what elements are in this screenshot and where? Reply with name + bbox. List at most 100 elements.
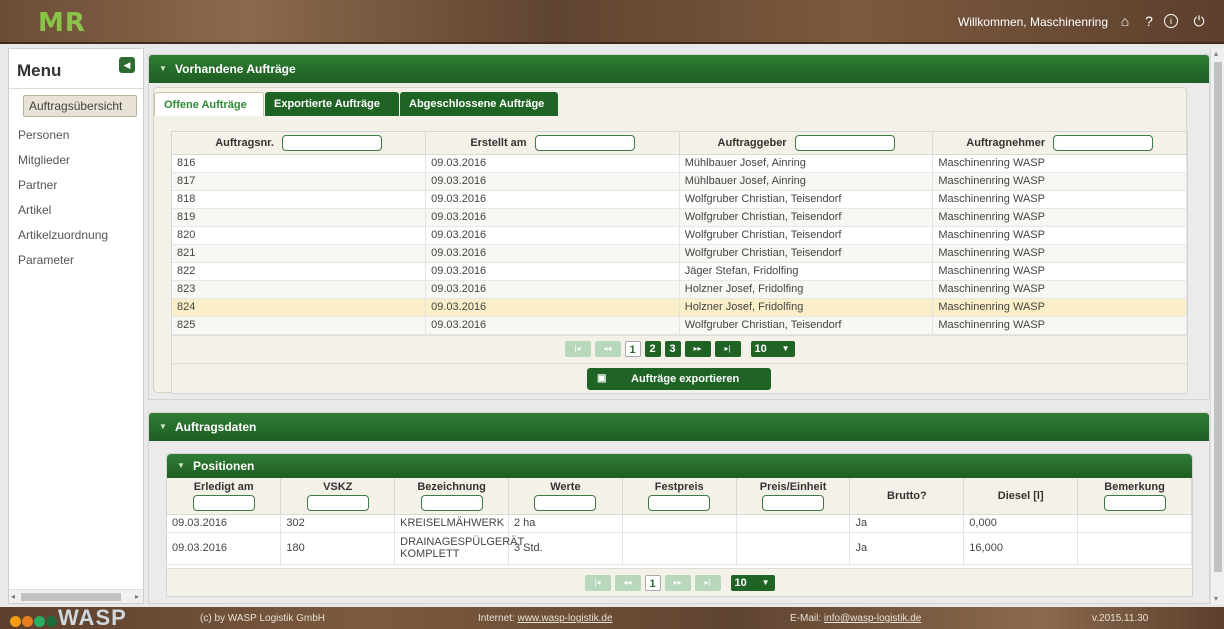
sidebar-item-personen[interactable]: Personen: [9, 123, 143, 148]
website-link[interactable]: www.wasp-logistik.de: [517, 613, 612, 624]
page-size-select[interactable]: 10 ▼: [730, 574, 775, 591]
filter-vskz-input[interactable]: [306, 495, 369, 511]
last-page-icon[interactable]: ▸|: [694, 574, 721, 591]
last-page-icon[interactable]: ▸|: [714, 341, 741, 357]
orders-tabs: Offene Aufträge Exportierte Aufträge Abg…: [153, 87, 1188, 394]
column-header-diesel[interactable]: Diesel [l]: [963, 478, 1079, 515]
filter-auftragsnr-input[interactable]: [281, 134, 382, 151]
page-size-select[interactable]: 10 ▼: [750, 341, 795, 357]
filter-erstellt-am-input[interactable]: [534, 134, 635, 151]
table-row[interactable]: 820 09.03.2016 Wolfgruber Christian, Teise…: [172, 226, 1187, 245]
scroll-down-icon[interactable]: ▾: [1214, 594, 1218, 603]
column-header-bemerkung[interactable]: Bemerkung: [1077, 478, 1192, 515]
table-row[interactable]: 817 09.03.2016 Mühlbauer Josef, Ainring Mas…: [172, 172, 1187, 191]
filter-preis-einheit-input[interactable]: [762, 495, 825, 511]
column-header-vskz[interactable]: VSKZ: [280, 478, 396, 515]
filter-werte-input[interactable]: [534, 495, 597, 511]
collapse-sidebar-button[interactable]: ◀: [119, 57, 135, 73]
column-header-preis-einheit[interactable]: Preis/Einheit: [736, 478, 851, 515]
wasp-logo: WASP: [58, 605, 127, 629]
tab-offene-auftraege[interactable]: Offene Aufträge: [154, 92, 264, 116]
table-row[interactable]: 821 09.03.2016 Wolfgruber Christian, Teise…: [172, 244, 1187, 263]
email-link[interactable]: info@wasp-logistik.de: [824, 613, 921, 624]
page-3-button[interactable]: 3: [664, 341, 681, 357]
sidebar-item-parameter[interactable]: Parameter: [9, 248, 143, 273]
positions-title: Positionen: [193, 459, 255, 473]
positions-pager: |◂ ◂◂ 1 ▸▸ ▸| 10 ▼: [167, 568, 1192, 596]
column-header-auftragsnr[interactable]: Auftragsnr.: [172, 132, 427, 155]
collapse-triangle-icon: ▼: [159, 64, 167, 73]
collapse-triangle-icon: ▼: [159, 422, 167, 431]
page-1-button[interactable]: 1: [624, 341, 641, 357]
email-info: E-Mail: info@wasp-logistik.de: [790, 613, 922, 624]
export-orders-button[interactable]: ▣ Aufträge exportieren: [587, 367, 771, 390]
prev-page-icon[interactable]: ◂◂: [594, 341, 621, 357]
table-row[interactable]: 09.03.2016 180 DRAINAGESPÜLGERÄT KOMPLETT 3…: [167, 532, 1192, 565]
table-row[interactable]: 818 09.03.2016 Wolfgruber Christian, Teise…: [172, 190, 1187, 209]
first-page-icon[interactable]: |◂: [584, 574, 611, 591]
filter-festpreis-input[interactable]: [648, 495, 711, 511]
tab-exportierte-auftraege[interactable]: Exportierte Aufträge: [265, 92, 399, 116]
order-details-header[interactable]: ▼ Auftragsdaten: [149, 413, 1209, 441]
home-icon[interactable]: ⌂: [1116, 12, 1134, 30]
column-header-auftragnehmer[interactable]: Auftragnehmer: [932, 132, 1187, 155]
table-row-selected[interactable]: 824 09.03.2016 Holzner Josef, Fridolfing Ma…: [172, 298, 1187, 317]
chevron-down-icon: ▼: [781, 344, 790, 353]
column-header-auftraggeber[interactable]: Auftraggeber: [679, 132, 934, 155]
column-header-erstellt-am[interactable]: Erstellt am: [425, 132, 680, 155]
internet-info: Internet: www.wasp-logistik.de: [478, 613, 613, 624]
filter-erledigt-am-input[interactable]: [192, 495, 255, 511]
copyright-text: (c) by WASP Logistik GmbH: [200, 613, 326, 624]
table-row[interactable]: 822 09.03.2016 Jäger Stefan, Fridolfing Mas…: [172, 262, 1187, 281]
sidebar-item-auftragsuebersicht[interactable]: Auftragsübersicht: [23, 95, 137, 117]
filter-bemerkung-input[interactable]: [1103, 495, 1166, 511]
scroll-up-icon[interactable]: ▴: [1214, 49, 1218, 58]
orders-pager: |◂ ◂◂ 1 2 3 ▸▸ ▸| 10 ▼: [172, 334, 1187, 363]
info-icon[interactable]: i: [1164, 14, 1178, 28]
welcome-text: Willkommen, Maschinenring: [957, 15, 1108, 29]
table-row[interactable]: 823 09.03.2016 Holzner Josef, Fridolfing Ma…: [172, 280, 1187, 299]
help-icon[interactable]: ?: [1140, 12, 1158, 30]
page-2-button[interactable]: 2: [644, 341, 661, 357]
filter-auftraggeber-input[interactable]: [794, 134, 895, 151]
sidebar-item-partner[interactable]: Partner: [9, 173, 143, 198]
logout-icon[interactable]: ⏻: [1190, 12, 1208, 30]
positions-table: Erledigt am VSKZ Bezeichnung Werte Festp…: [167, 478, 1192, 565]
save-icon: ▣: [597, 372, 607, 384]
scrollbar-thumb[interactable]: [1214, 62, 1222, 572]
version-text: v.2015.11.30: [1092, 613, 1149, 624]
filter-auftragnehmer-input[interactable]: [1053, 134, 1154, 151]
prev-page-icon[interactable]: ◂◂: [614, 574, 641, 591]
scroll-right-icon[interactable]: ▸: [135, 592, 139, 601]
sidebar: Menu ◀ Auftragsübersicht Personen Mitgli…: [8, 48, 144, 604]
column-header-festpreis[interactable]: Festpreis: [622, 478, 737, 515]
column-header-erledigt-am[interactable]: Erledigt am: [167, 478, 282, 515]
scroll-left-icon[interactable]: ◂: [11, 592, 15, 601]
table-row[interactable]: 825 09.03.2016 Wolfgruber Christian, Teise…: [172, 316, 1187, 335]
next-page-icon[interactable]: ▸▸: [664, 574, 691, 591]
menu-title: Menu: [17, 61, 62, 80]
scrollbar-thumb[interactable]: [21, 593, 121, 601]
positions-panel: ▼ Positionen Erledigt am VSKZ Bezeichnun…: [166, 453, 1193, 597]
first-page-icon[interactable]: |◂: [564, 341, 591, 357]
maschinenring-logo: MR: [38, 8, 86, 38]
order-details-title: Auftragsdaten: [175, 420, 257, 434]
positions-header[interactable]: ▼ Positionen: [167, 454, 1192, 478]
table-row[interactable]: 09.03.2016 302 KREISELMÄHWERK 2 ha Ja 0,000: [167, 514, 1192, 533]
order-details-panel: ▼ Auftragsdaten ▼ Positionen Erledigt am…: [148, 412, 1210, 604]
sidebar-horizontal-scrollbar[interactable]: ◂ ▸: [9, 589, 143, 603]
column-header-bezeichnung[interactable]: Bezeichnung: [394, 478, 509, 515]
sidebar-item-mitglieder[interactable]: Mitglieder: [9, 148, 143, 173]
tab-abgeschlossene-auftraege[interactable]: Abgeschlossene Aufträge: [400, 92, 558, 116]
column-header-werte[interactable]: Werte: [508, 478, 623, 515]
sidebar-item-artikel[interactable]: Artikel: [9, 198, 143, 223]
table-row[interactable]: 819 09.03.2016 Wolfgruber Christian, Teise…: [172, 208, 1187, 227]
filter-bezeichnung-input[interactable]: [420, 495, 483, 511]
column-header-brutto[interactable]: Brutto?: [849, 478, 965, 515]
orders-panel-header[interactable]: ▼ Vorhandene Aufträge: [149, 55, 1209, 83]
main-vertical-scrollbar[interactable]: ▴ ▾: [1210, 48, 1224, 604]
sidebar-item-artikelzuordnung[interactable]: Artikelzuordnung: [9, 223, 143, 248]
table-row[interactable]: 816 09.03.2016 Mühlbauer Josef, Ainring Mas…: [172, 154, 1187, 173]
next-page-icon[interactable]: ▸▸: [684, 341, 711, 357]
page-1-button[interactable]: 1: [644, 574, 661, 591]
